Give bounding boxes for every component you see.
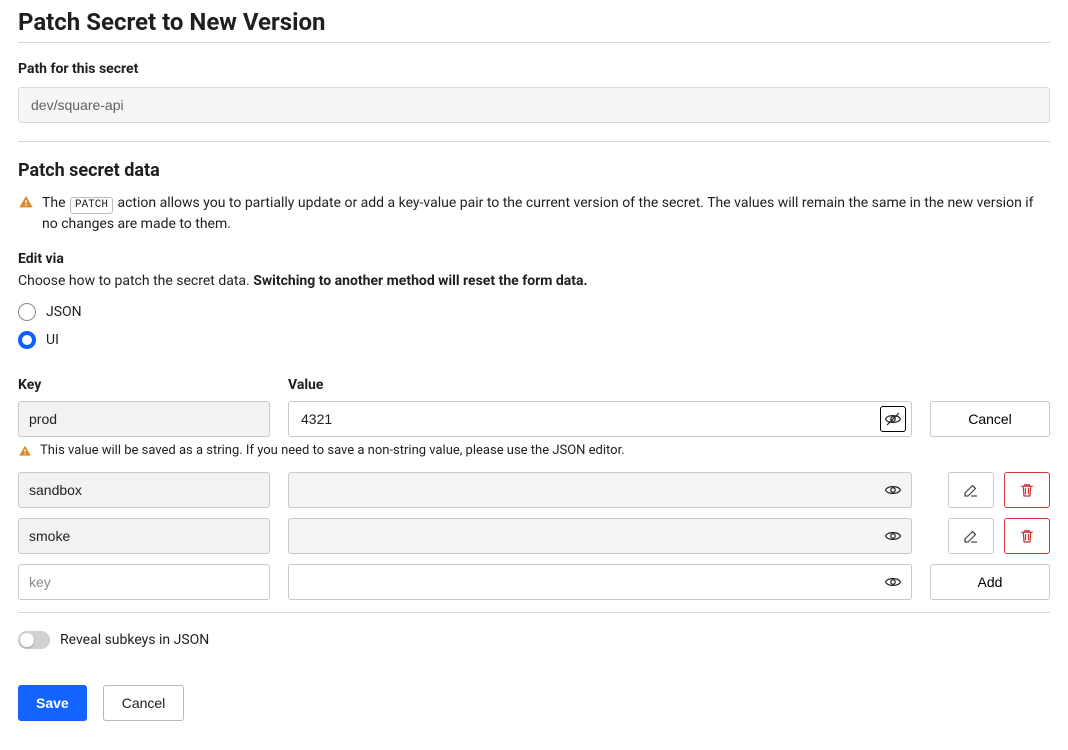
radio-ui[interactable]: UI <box>18 331 1050 349</box>
eye-off-icon <box>884 410 902 428</box>
trash-icon <box>1018 481 1036 499</box>
kv-key-smoke <box>18 518 270 554</box>
delete-row-button[interactable] <box>1004 472 1050 508</box>
info-row: The PATCH action allows you to partially… <box>18 193 1050 235</box>
edit-via-help: Choose how to patch the secret data. Swi… <box>18 273 1050 289</box>
kv-header: Key Value <box>18 377 1050 393</box>
edit-via-help-strong: Switching to another method will reset t… <box>253 273 587 289</box>
patch-badge: PATCH <box>70 197 113 214</box>
cancel-edit-button[interactable]: Cancel <box>930 401 1050 437</box>
eye-icon <box>884 527 902 545</box>
path-label: Path for this secret <box>18 61 1050 77</box>
kv-row-smoke <box>18 518 1050 554</box>
kv-value-smoke <box>288 518 912 554</box>
kv-header-value: Value <box>288 377 1050 393</box>
edit-icon <box>962 527 980 545</box>
add-row-button[interactable]: Add <box>930 564 1050 600</box>
edit-via-label: Edit via <box>18 251 1050 267</box>
reveal-value-button[interactable] <box>880 477 906 503</box>
reveal-subkeys-toggle[interactable] <box>18 631 50 649</box>
kv-key-prod <box>18 401 270 437</box>
info-prefix: The <box>42 195 66 211</box>
save-button[interactable]: Save <box>18 685 87 721</box>
edit-row-button[interactable] <box>948 472 994 508</box>
kv-key-new[interactable] <box>18 564 270 600</box>
reveal-value-button[interactable] <box>880 569 906 595</box>
edit-icon <box>962 481 980 499</box>
eye-icon <box>884 573 902 591</box>
trash-icon <box>1018 527 1036 545</box>
hide-value-button[interactable] <box>880 406 906 432</box>
string-warning: This value will be saved as a string. If… <box>18 443 1050 458</box>
warning-icon <box>18 444 32 458</box>
kv-header-key: Key <box>18 377 270 393</box>
kv-value-new[interactable] <box>288 564 912 600</box>
warning-icon <box>18 194 34 210</box>
kv-row-new: Add <box>18 564 1050 600</box>
edit-row-button[interactable] <box>948 518 994 554</box>
info-suffix: action allows you to partially update or… <box>42 195 1034 232</box>
kv-value-sandbox <box>288 472 912 508</box>
footer-actions: Save Cancel <box>18 685 1050 721</box>
reveal-value-button[interactable] <box>880 523 906 549</box>
path-input <box>18 87 1050 123</box>
reveal-subkeys-row: Reveal subkeys in JSON <box>18 612 1050 649</box>
radio-ui-indicator <box>18 331 36 349</box>
radio-json[interactable]: JSON <box>18 303 1050 321</box>
kv-key-sandbox <box>18 472 270 508</box>
string-warning-text: This value will be saved as a string. If… <box>40 443 625 458</box>
edit-via-help-text: Choose how to patch the secret data. <box>18 273 250 289</box>
delete-row-button[interactable] <box>1004 518 1050 554</box>
edit-via-radio-group: JSON UI <box>18 303 1050 349</box>
kv-value-prod[interactable] <box>288 401 912 437</box>
info-text: The PATCH action allows you to partially… <box>42 193 1050 235</box>
kv-row-sandbox <box>18 472 1050 508</box>
page-title: Patch Secret to New Version <box>18 8 1050 43</box>
cancel-button[interactable]: Cancel <box>103 685 185 721</box>
radio-json-label: JSON <box>46 304 82 320</box>
radio-json-indicator <box>18 303 36 321</box>
eye-icon <box>884 481 902 499</box>
data-section-title: Patch secret data <box>18 160 1050 181</box>
radio-ui-label: UI <box>46 332 59 348</box>
kv-row-editing: Cancel <box>18 401 1050 437</box>
reveal-subkeys-label: Reveal subkeys in JSON <box>60 632 209 648</box>
